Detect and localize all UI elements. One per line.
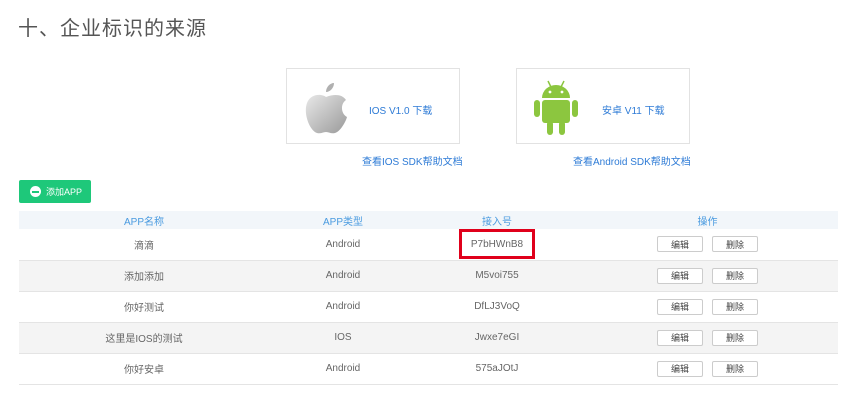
delete-button[interactable]: 删除 (712, 298, 758, 315)
android-download-link[interactable]: 安卓 V11 下载 (602, 102, 665, 117)
table-row: 这里是IOS的测试 IOS Jwxe7eGI 编辑 删除 (19, 322, 838, 353)
app-type-cell: Android (325, 238, 361, 250)
minus-circle-icon (30, 186, 41, 197)
ios-download-link[interactable]: IOS V1.0 下载 (369, 102, 432, 117)
android-sdk-doc-link[interactable]: 查看Android SDK帮助文档 (573, 153, 691, 168)
page-title: 十、企业标识的来源 (18, 16, 207, 40)
access-key-cell: Jwxe7eGI (474, 332, 520, 343)
delete-button[interactable]: 删除 (712, 236, 758, 253)
edit-button[interactable]: 编辑 (657, 329, 703, 346)
ios-sdk-doc-link[interactable]: 查看IOS SDK帮助文档 (362, 153, 463, 168)
col-header-app-name: APP名称 (123, 216, 164, 228)
col-header-access-key: 接入号 (482, 216, 512, 228)
table-row: 你好测试 Android DfLJ3VoQ 编辑 删除 (19, 291, 838, 322)
delete-button[interactable]: 删除 (712, 360, 758, 377)
ios-sdk-card: IOS V1.0 下载 (286, 68, 460, 144)
app-table: APP名称 APP类型 接入号 操作 滴滴 Android P7bHWnB8 编… (19, 211, 838, 385)
actions-cell: 编辑 删除 (577, 291, 838, 322)
apple-logo-icon (305, 83, 347, 134)
table-row: 滴滴 Android P7bHWnB8 编辑 删除 (19, 229, 838, 260)
edit-button[interactable]: 编辑 (657, 298, 703, 315)
access-key-cell: 575aJOtJ (475, 363, 519, 374)
table-row: 添加添加 Android M5voi755 编辑 删除 (19, 260, 838, 291)
delete-button[interactable]: 删除 (712, 329, 758, 346)
col-header-app-type: APP类型 (322, 216, 363, 228)
android-sdk-card: 安卓 V11 下载 (516, 68, 690, 144)
actions-cell: 编辑 删除 (577, 322, 838, 353)
col-header-actions: 操作 (697, 216, 718, 228)
app-type-cell: Android (325, 363, 361, 374)
add-app-label: 添加APP (46, 187, 83, 197)
edit-button[interactable]: 编辑 (657, 360, 703, 377)
android-robot-icon (534, 80, 578, 135)
app-type-cell: Android (325, 270, 361, 281)
actions-cell: 编辑 删除 (577, 353, 838, 384)
delete-button[interactable]: 删除 (712, 267, 758, 284)
table-header-row: APP名称 APP类型 接入号 操作 (19, 211, 838, 229)
actions-cell: 编辑 删除 (577, 229, 838, 260)
edit-button[interactable]: 编辑 (657, 267, 703, 284)
app-type-cell: IOS (334, 332, 352, 343)
add-app-button[interactable]: 添加APP (19, 180, 91, 203)
access-key-cell: P7bHWnB8 (417, 229, 577, 260)
app-name-cell: 添加添加 (124, 272, 164, 283)
access-key-cell: M5voi755 (475, 270, 519, 281)
access-key-text: P7bHWnB8 (470, 238, 524, 250)
actions-cell: 编辑 删除 (577, 260, 838, 291)
app-name-cell: 你好测试 (124, 303, 164, 314)
app-name-cell: 滴滴 (134, 240, 154, 252)
app-name-cell: 这里是IOS的测试 (105, 334, 183, 345)
access-key-cell: DfLJ3VoQ (474, 301, 520, 312)
table-row: 你好安卓 Android 575aJOtJ 编辑 删除 (19, 353, 838, 384)
edit-button[interactable]: 编辑 (657, 236, 703, 253)
app-type-cell: Android (325, 301, 361, 312)
app-name-cell: 你好安卓 (124, 365, 164, 376)
